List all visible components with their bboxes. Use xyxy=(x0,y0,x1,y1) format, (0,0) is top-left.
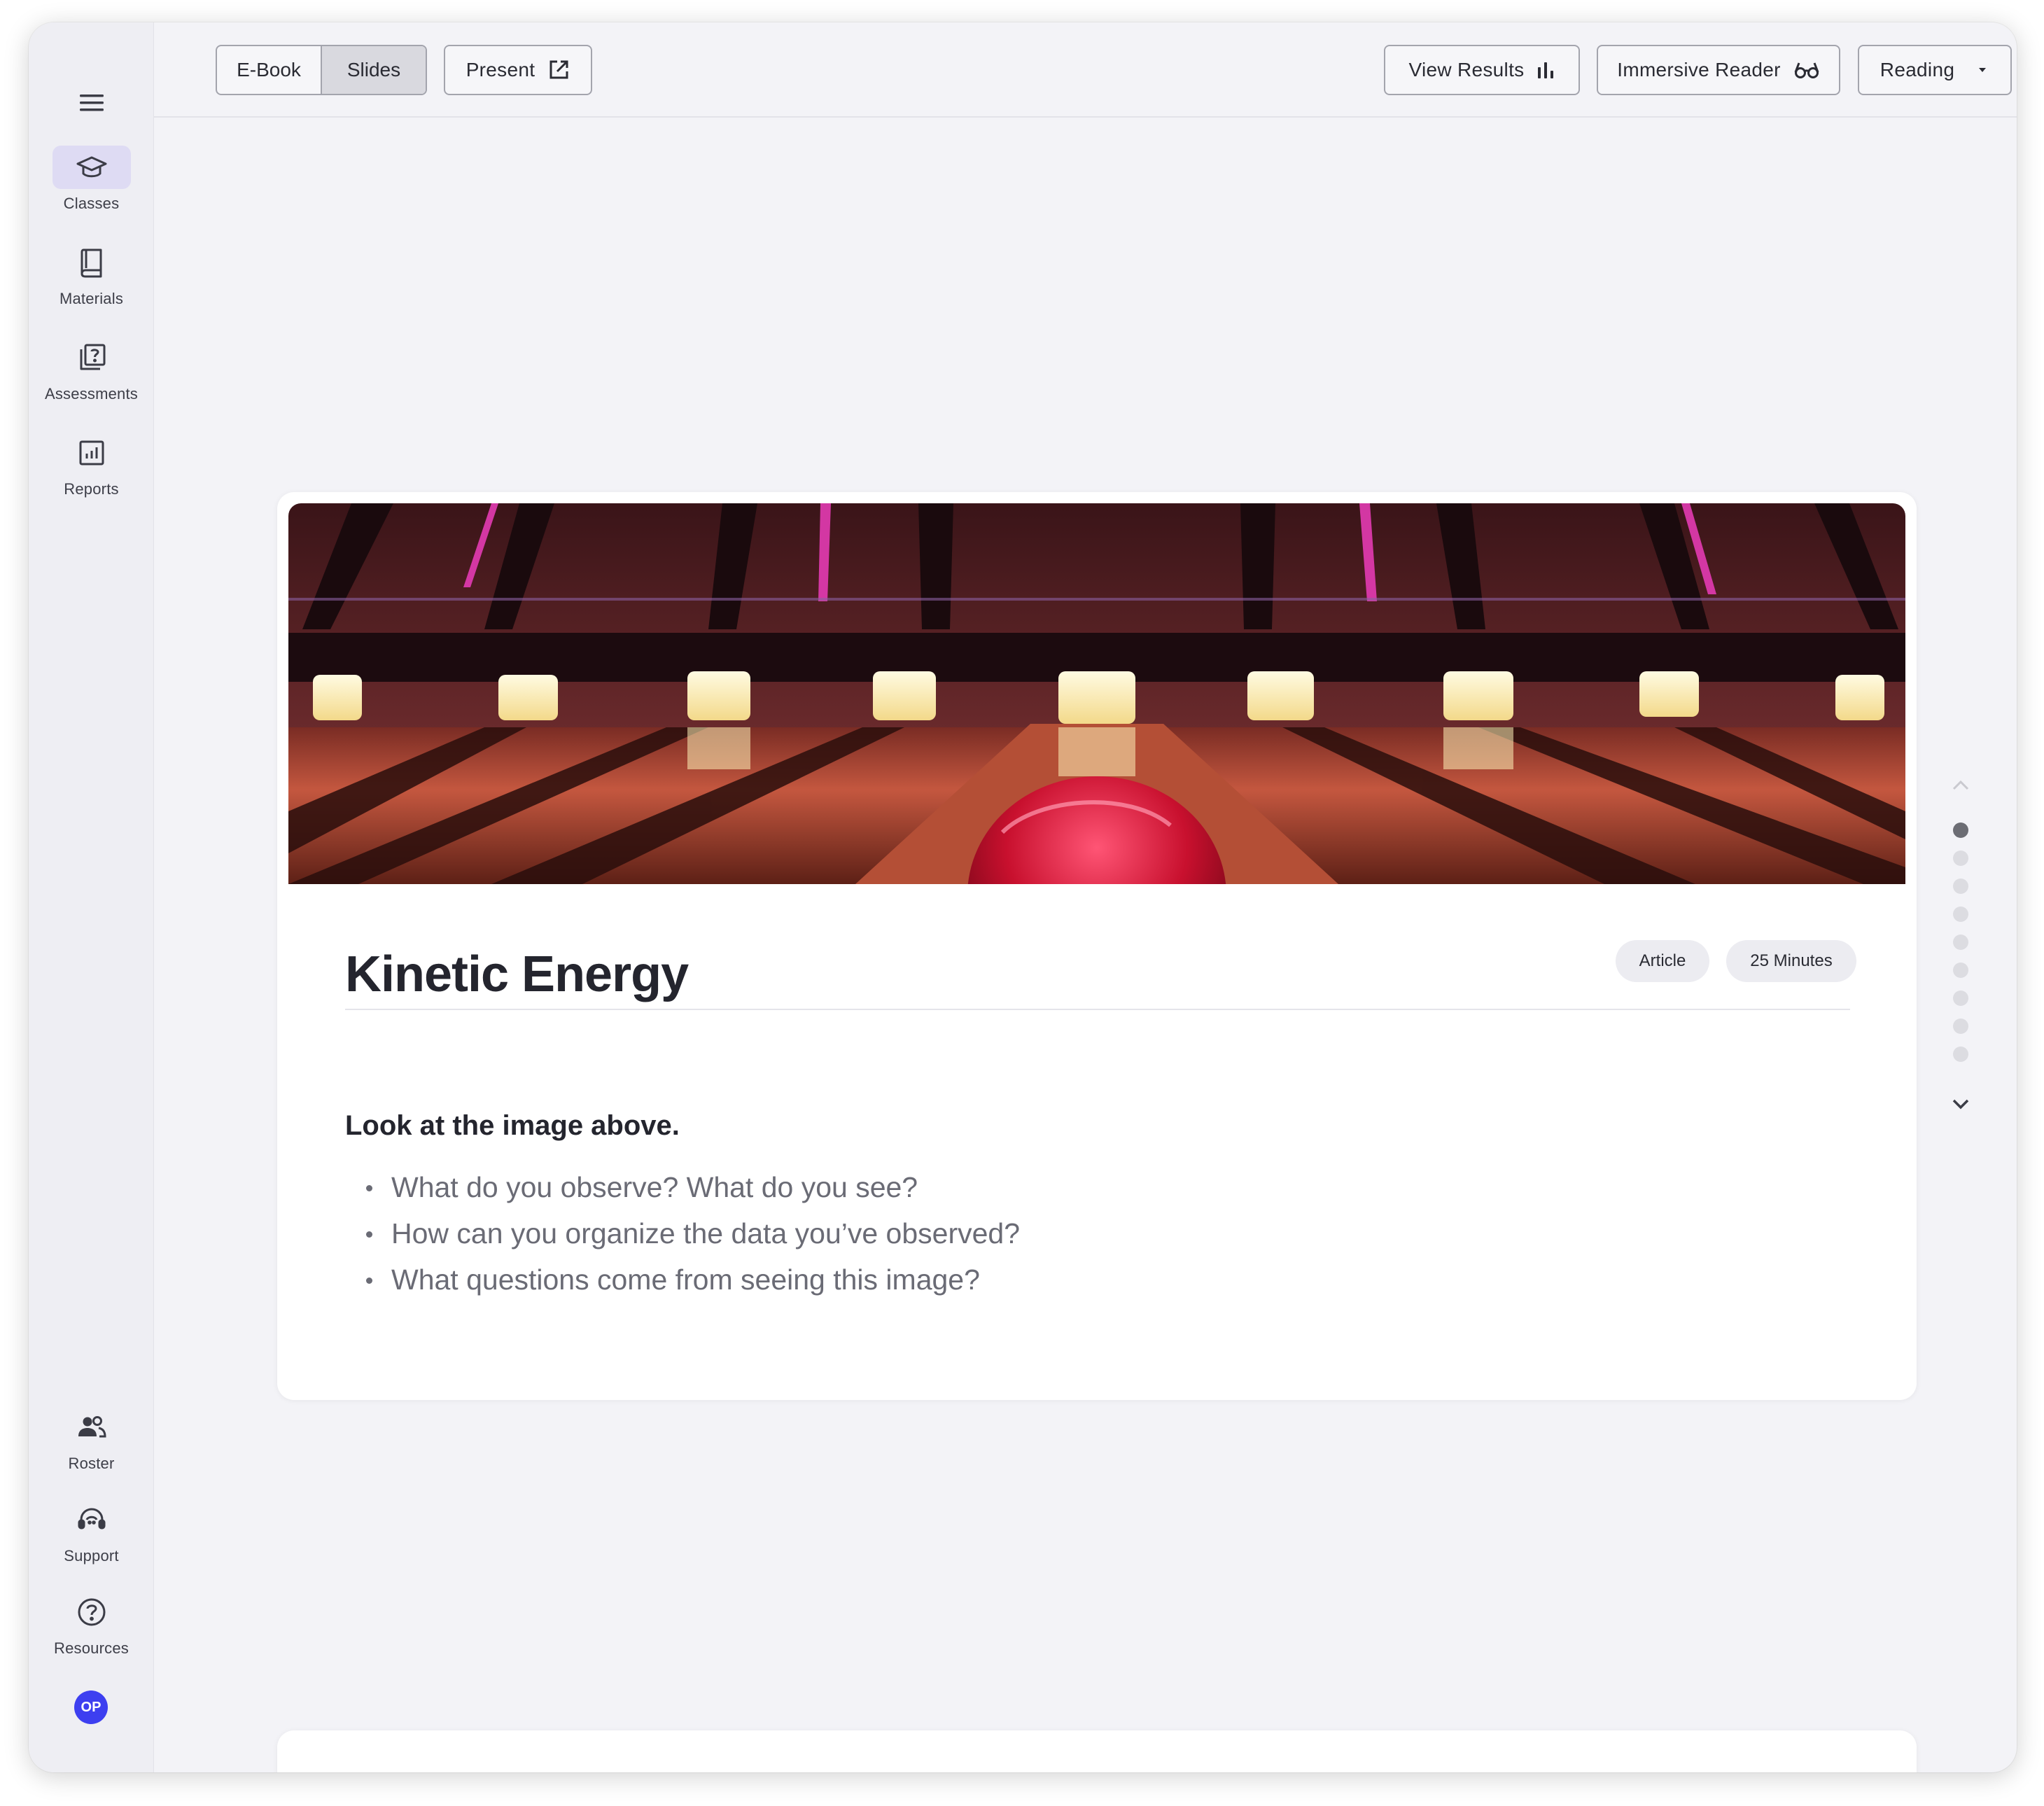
graduation-cap-icon xyxy=(52,146,131,189)
bowling-alley-image xyxy=(288,503,1905,884)
slide-dot[interactable] xyxy=(1953,934,1968,950)
people-icon xyxy=(52,1406,131,1449)
immersive-reader-button[interactable]: Immersive Reader xyxy=(1597,45,1840,95)
sidebar-item-label: Classes xyxy=(63,195,120,212)
slide-dot[interactable] xyxy=(1953,962,1968,978)
glasses-icon xyxy=(1794,62,1819,78)
slide-dot[interactable] xyxy=(1953,906,1968,922)
slide-dot[interactable] xyxy=(1953,1046,1968,1062)
sidebar-item-assessments[interactable]: Assessments xyxy=(29,336,154,403)
external-link-icon xyxy=(550,60,568,79)
slide-prompt: Look at the image above. xyxy=(345,1110,680,1141)
sidebar-item-materials[interactable]: Materials xyxy=(29,241,154,308)
caret-down-icon xyxy=(1979,68,1987,72)
user-avatar[interactable]: OP xyxy=(74,1690,108,1724)
next-slide-card xyxy=(277,1730,1917,1772)
hamburger-icon xyxy=(80,94,104,111)
previous-slide-button[interactable] xyxy=(1947,771,1975,799)
reading-label: Reading xyxy=(1879,59,1955,80)
list-item: What do you observe? What do you see? xyxy=(345,1164,1020,1210)
immersive-reader-label: Immersive Reader xyxy=(1617,59,1781,80)
title-divider xyxy=(345,1009,1850,1010)
slide-dot[interactable] xyxy=(1953,850,1968,866)
slide-dot[interactable] xyxy=(1953,990,1968,1006)
view-results-button[interactable]: View Results xyxy=(1384,45,1580,95)
sidebar-item-roster[interactable]: Roster xyxy=(29,1406,154,1473)
list-item: What questions come from seeing this ima… xyxy=(345,1256,1020,1303)
sidebar-item-support[interactable]: Support xyxy=(29,1498,154,1565)
help-circle-icon xyxy=(52,1590,131,1634)
next-slide-button[interactable] xyxy=(1947,1090,1975,1118)
question-stack-icon xyxy=(52,336,131,379)
sidebar-item-reports[interactable]: Reports xyxy=(29,431,154,498)
headset-icon xyxy=(52,1498,131,1541)
slide-dot[interactable] xyxy=(1953,878,1968,894)
sidebar-item-label: Materials xyxy=(59,290,124,307)
duration-badge: 25 Minutes xyxy=(1726,940,1856,982)
slide-dot[interactable] xyxy=(1953,822,1968,838)
reading-dropdown[interactable]: Reading xyxy=(1858,45,2012,95)
present-button[interactable]: Present xyxy=(444,45,592,95)
ebook-view-button[interactable]: E-Book xyxy=(217,46,321,94)
view-mode-toggle: E-Book Slides xyxy=(216,45,427,95)
list-item: How can you organize the data you’ve obs… xyxy=(345,1210,1020,1256)
slide-card: Kinetic Energy Article 25 Minutes Look a… xyxy=(277,492,1917,1400)
present-label: Present xyxy=(465,59,536,80)
book-icon xyxy=(52,241,131,284)
slides-view-button[interactable]: Slides xyxy=(321,46,426,94)
sidebar-item-label: Reports xyxy=(64,480,119,498)
sidebar-item-label: Roster xyxy=(68,1455,115,1472)
toolbar: E-Book Slides Present View Results Immer… xyxy=(154,22,2017,118)
chevron-down-icon xyxy=(1952,1099,1969,1110)
sidebar: Classes Materials Assessments Reports Ro… xyxy=(29,22,154,1772)
content-type-badge: Article xyxy=(1616,940,1709,982)
slide-title: Kinetic Energy xyxy=(345,946,689,1002)
sidebar-item-resources[interactable]: Resources xyxy=(29,1590,154,1658)
question-list: What do you observe? What do you see? Ho… xyxy=(345,1164,1020,1303)
bar-chart-icon xyxy=(1538,62,1554,78)
hamburger-menu-button[interactable] xyxy=(73,84,111,122)
sidebar-item-label: Support xyxy=(64,1547,119,1564)
view-results-label: View Results xyxy=(1408,59,1525,80)
sidebar-item-classes[interactable]: Classes xyxy=(29,146,154,213)
slide-dot[interactable] xyxy=(1953,1018,1968,1034)
chevron-up-icon xyxy=(1952,780,1969,790)
sidebar-item-label: Resources xyxy=(54,1639,129,1657)
app-window: Classes Materials Assessments Reports Ro… xyxy=(29,22,2017,1772)
sidebar-item-label: Assessments xyxy=(44,385,139,402)
report-chart-icon xyxy=(52,431,131,475)
